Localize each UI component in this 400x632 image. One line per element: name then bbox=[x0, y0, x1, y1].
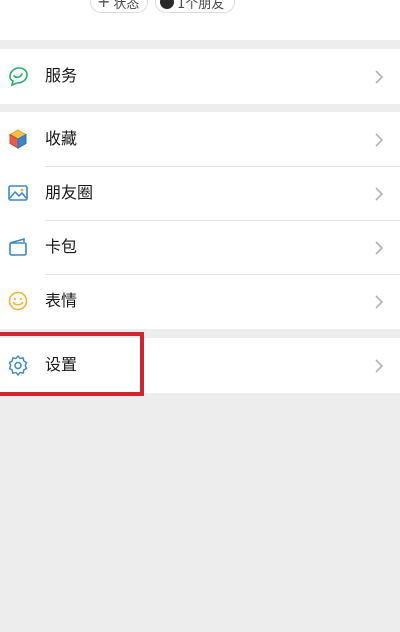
card-wallet-icon bbox=[7, 236, 29, 258]
chevron-right-icon bbox=[374, 294, 384, 309]
friend-avatar bbox=[160, 0, 174, 9]
menu-item-services[interactable]: 服务 bbox=[0, 49, 400, 103]
settings-highlight-box bbox=[0, 332, 144, 396]
plus-icon: + bbox=[97, 0, 111, 11]
status-label: 状态 bbox=[113, 0, 140, 12]
menu-label-stickers: 表情 bbox=[45, 291, 78, 310]
menu-label-services: 服务 bbox=[45, 66, 78, 85]
chevron-right-icon bbox=[374, 186, 384, 201]
menu-label-cards: 卡包 bbox=[45, 237, 78, 256]
menu-label-moments: 朋友圈 bbox=[45, 183, 94, 202]
profile-header: + 状态 1个朋友 bbox=[0, 0, 400, 40]
chevron-right-icon bbox=[374, 69, 384, 84]
chevron-right-icon bbox=[374, 240, 384, 255]
menu-item-favorites[interactable]: 收藏 bbox=[0, 112, 400, 166]
picture-icon bbox=[7, 182, 29, 204]
menu-item-cards[interactable]: 卡包 bbox=[0, 220, 400, 274]
menu-item-stickers[interactable]: 表情 bbox=[0, 274, 400, 328]
features-group: 收藏 朋友圈 卡包 表情 bbox=[0, 112, 400, 329]
chevron-right-icon bbox=[374, 132, 384, 147]
friends-label: 1个朋友 bbox=[177, 0, 225, 12]
friends-badge[interactable]: 1个朋友 bbox=[155, 0, 235, 13]
menu-item-moments[interactable]: 朋友圈 bbox=[0, 166, 400, 220]
smiley-icon bbox=[7, 290, 29, 312]
chevron-right-icon bbox=[374, 358, 384, 373]
cube-icon bbox=[7, 128, 29, 150]
status-button[interactable]: + 状态 bbox=[90, 0, 148, 13]
services-group: 服务 bbox=[0, 49, 400, 104]
services-icon bbox=[7, 65, 29, 87]
menu-label-favorites: 收藏 bbox=[45, 129, 78, 148]
